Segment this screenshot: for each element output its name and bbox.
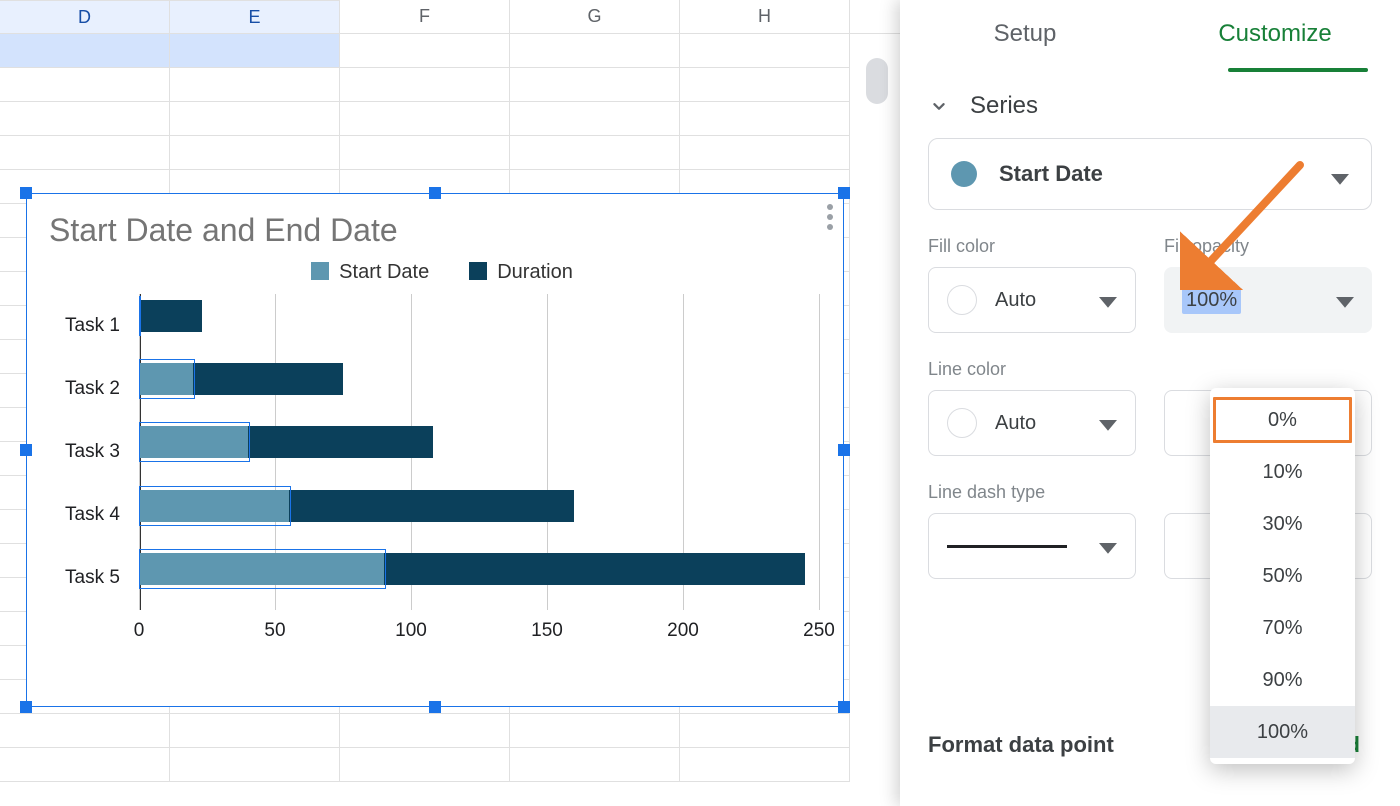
series-select-dropdown[interactable]: Start Date: [928, 138, 1372, 210]
vertical-scrollbar-thumb[interactable]: [866, 58, 888, 104]
legend-label: Start Date: [339, 261, 429, 283]
bar-duration[interactable]: [193, 363, 343, 395]
spreadsheet-grid[interactable]: D E F G H: [0, 0, 900, 806]
x-axis-tick-label: 50: [264, 620, 285, 642]
opacity-option[interactable]: 30%: [1210, 498, 1355, 550]
caret-down-icon: [1099, 414, 1117, 432]
bar-row: [139, 294, 825, 357]
chart-legend[interactable]: Start Date Duration: [49, 261, 835, 284]
resize-handle[interactable]: [838, 701, 850, 713]
series-color-dot: [951, 161, 977, 187]
line-dash-dropdown[interactable]: [928, 513, 1136, 579]
col-header-F[interactable]: F: [340, 0, 510, 33]
resize-handle[interactable]: [20, 701, 32, 713]
caret-down-icon: [1331, 165, 1349, 183]
opacity-option[interactable]: 0%: [1210, 394, 1355, 446]
chevron-down-icon: [928, 95, 950, 117]
chart-area: Start Date and End Date Start Date Durat…: [49, 212, 835, 688]
dash-preview-icon: [947, 545, 1067, 548]
y-axis-category-label: Task 3: [65, 441, 139, 463]
caret-down-icon: [1336, 291, 1354, 309]
x-axis-tick-label: 150: [531, 620, 563, 642]
line-color-value: Auto: [995, 412, 1036, 435]
format-data-point-label: Format data point: [928, 732, 1114, 758]
col-header-E[interactable]: E: [170, 0, 340, 33]
bar-row: [139, 420, 825, 483]
x-axis-tick-label: 100: [395, 620, 427, 642]
opacity-option[interactable]: 100%: [1210, 706, 1355, 758]
label-line-color: Line color: [928, 359, 1136, 380]
col-header-D[interactable]: D: [0, 0, 170, 33]
resize-handle[interactable]: [838, 187, 850, 199]
legend-label: Duration: [497, 261, 573, 283]
opacity-option[interactable]: 50%: [1210, 550, 1355, 602]
resize-handle[interactable]: [429, 187, 441, 199]
col-header-H[interactable]: H: [680, 0, 850, 33]
series-name: Start Date: [999, 161, 1103, 187]
section-series-header[interactable]: Series: [928, 82, 1372, 138]
series-selection-outline: [139, 359, 195, 399]
y-axis-category-label: Task 1: [65, 315, 139, 337]
bar-duration[interactable]: [139, 300, 202, 332]
series-selection-outline: [139, 549, 386, 589]
resize-handle[interactable]: [20, 444, 32, 456]
resize-handle[interactable]: [20, 187, 32, 199]
x-axis-tick-label: 0: [134, 620, 145, 642]
color-swatch-icon: [947, 285, 977, 315]
bar-row: [139, 484, 825, 547]
color-swatch-icon: [947, 408, 977, 438]
resize-handle[interactable]: [429, 701, 441, 713]
series-selection-outline: [139, 422, 250, 462]
plot-area: 0 50 100 150 200 250 Task 1 Task 2 Task 3 Task 4 T…: [49, 294, 835, 646]
col-header-G[interactable]: G: [510, 0, 680, 33]
series-selection-outline: [139, 486, 291, 526]
fill-color-dropdown[interactable]: Auto: [928, 267, 1136, 333]
x-axis-tick-label: 200: [667, 620, 699, 642]
tab-setup[interactable]: Setup: [900, 20, 1150, 48]
bar-duration[interactable]: [289, 490, 575, 522]
opacity-option[interactable]: 70%: [1210, 602, 1355, 654]
bar-row: [139, 547, 825, 610]
chart-title[interactable]: Start Date and End Date: [49, 212, 835, 249]
legend-swatch-duration: [469, 262, 487, 280]
label-fill-color: Fill color: [928, 236, 1136, 257]
chart-object[interactable]: Start Date and End Date Start Date Durat…: [26, 193, 844, 707]
opacity-option[interactable]: 90%: [1210, 654, 1355, 706]
series-selection-outline: [139, 296, 141, 336]
fill-opacity-value: 100%: [1182, 287, 1241, 314]
caret-down-icon: [1099, 537, 1117, 555]
line-color-dropdown[interactable]: Auto: [928, 390, 1136, 456]
y-axis-category-label: Task 5: [65, 567, 139, 589]
fill-color-value: Auto: [995, 289, 1036, 312]
x-axis-tick-label: 250: [803, 620, 835, 642]
resize-handle[interactable]: [838, 444, 850, 456]
fill-opacity-dropdown[interactable]: 100%: [1164, 267, 1372, 333]
y-axis-category-label: Task 2: [65, 378, 139, 400]
legend-swatch-start: [311, 262, 329, 280]
caret-down-icon: [1099, 291, 1117, 309]
bar-row: [139, 357, 825, 420]
bar-duration[interactable]: [248, 426, 433, 458]
label-fill-opacity: Fill opacity: [1164, 236, 1372, 257]
panel-tabs: Setup Customize: [900, 0, 1400, 68]
section-title: Series: [970, 92, 1038, 120]
chart-editor-panel: Setup Customize Series Start Date Fill c…: [900, 0, 1400, 806]
label-line-dash: Line dash type: [928, 482, 1136, 503]
column-headers-row: D E F G H: [0, 0, 900, 34]
opacity-option[interactable]: 10%: [1210, 446, 1355, 498]
fill-opacity-listbox[interactable]: 0%10%30%50%70%90%100%: [1210, 388, 1355, 764]
y-axis-category-label: Task 4: [65, 504, 139, 526]
bar-duration[interactable]: [384, 553, 806, 585]
tab-customize[interactable]: Customize: [1150, 20, 1400, 48]
